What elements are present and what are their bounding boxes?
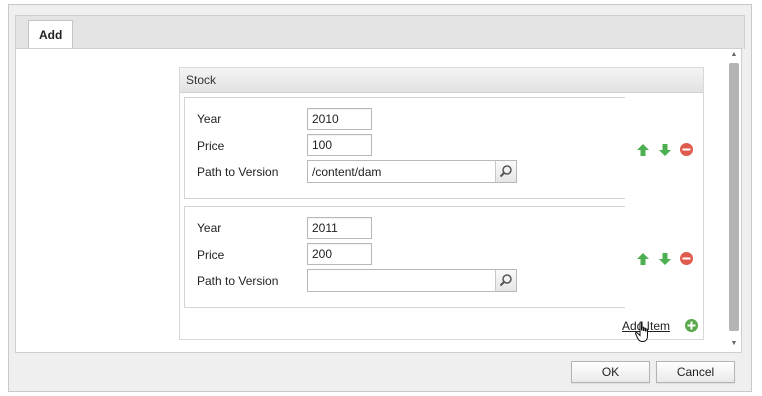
path-field[interactable] <box>307 269 517 292</box>
remove-button[interactable] <box>679 251 694 266</box>
item-controls <box>635 142 694 157</box>
price-label: Price <box>197 248 225 262</box>
move-down-button[interactable] <box>657 251 672 266</box>
add-dialog: Add Stock Year 2010 Price 100 Path to Ve… <box>8 4 752 392</box>
stock-fieldset: Stock Year 2010 Price 100 Path to Versio… <box>179 67 704 342</box>
move-down-button[interactable] <box>657 142 672 157</box>
arrow-up-icon <box>636 143 649 156</box>
path-browse-button[interactable] <box>495 161 516 182</box>
remove-icon <box>680 143 693 156</box>
dialog-body: Stock Year 2010 Price 100 Path to Versio… <box>15 48 742 353</box>
path-browse-button[interactable] <box>495 270 516 291</box>
fieldset-title: Stock <box>180 68 703 93</box>
remove-button[interactable] <box>679 142 694 157</box>
cancel-button[interactable]: Cancel <box>656 361 735 383</box>
tab-bar: Add <box>15 15 745 51</box>
path-value: /content/dam <box>312 165 382 179</box>
path-field[interactable]: /content/dam <box>307 160 517 183</box>
arrow-down-icon <box>658 143 671 156</box>
price-field[interactable]: 100 <box>307 134 372 156</box>
search-icon <box>499 165 512 178</box>
stock-item: Year 2011 Price 200 Path to Version <box>184 206 625 308</box>
remove-icon <box>680 252 693 265</box>
add-icon[interactable] <box>684 318 699 333</box>
ok-button[interactable]: OK <box>571 361 650 383</box>
scroll-down-arrow[interactable]: ▼ <box>727 338 741 350</box>
tab-add[interactable]: Add <box>28 20 74 51</box>
path-label: Path to Version <box>197 274 279 288</box>
price-label: Price <box>197 139 225 153</box>
year-field[interactable]: 2010 <box>307 108 372 130</box>
move-up-button[interactable] <box>635 251 650 266</box>
arrow-down-icon <box>658 252 671 265</box>
move-up-button[interactable] <box>635 142 650 157</box>
scroll-up-arrow[interactable]: ▲ <box>727 49 741 61</box>
stock-item: Year 2010 Price 100 Path to Version /con… <box>184 97 625 199</box>
search-icon <box>499 274 512 287</box>
hand-cursor-icon <box>634 321 648 342</box>
price-field[interactable]: 200 <box>307 243 372 265</box>
year-label: Year <box>197 221 222 235</box>
arrow-up-icon <box>636 252 649 265</box>
vertical-scrollbar[interactable]: ▲ ▼ <box>727 49 741 352</box>
year-label: Year <box>197 112 222 126</box>
path-label: Path to Version <box>197 165 279 179</box>
year-field[interactable]: 2011 <box>307 217 372 239</box>
scroll-thumb[interactable] <box>729 63 739 331</box>
item-controls <box>635 251 694 266</box>
